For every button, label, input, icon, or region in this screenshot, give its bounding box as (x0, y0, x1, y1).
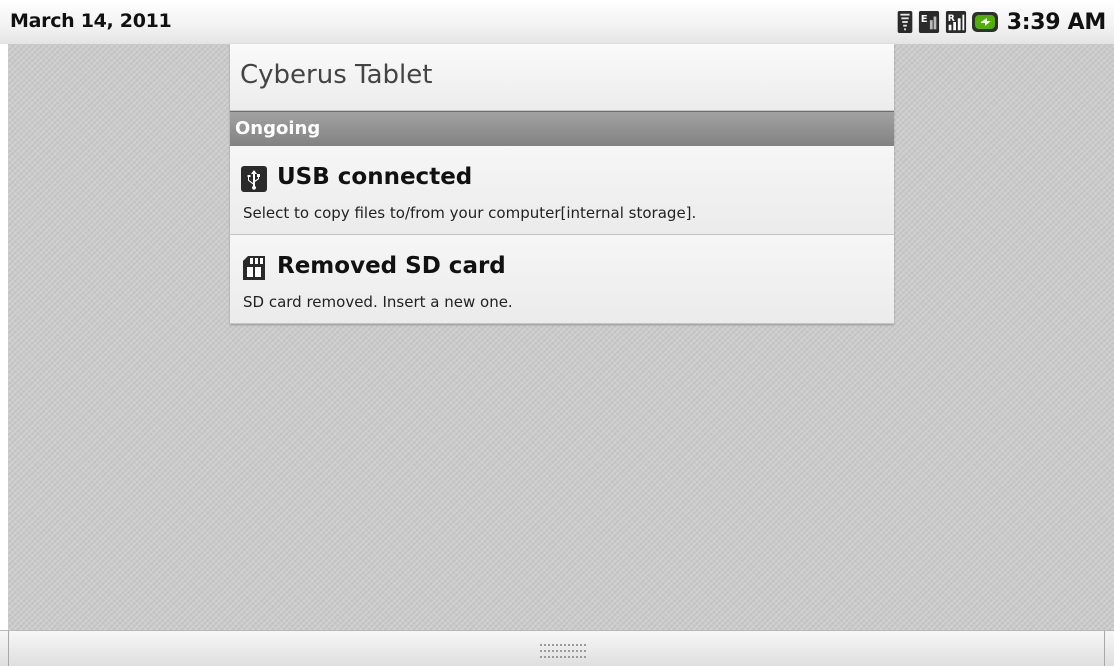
section-header-label: Ongoing (235, 118, 321, 139)
data-e-icon: E (918, 11, 939, 33)
wifi-icon (897, 11, 913, 33)
bottom-bar[interactable] (0, 630, 1114, 666)
status-date: March 14, 2011 (10, 10, 172, 32)
battery-charging-icon (971, 12, 998, 32)
notification-title: USB connected (277, 164, 473, 190)
panel-header: Cyberus Tablet (230, 44, 894, 111)
notification-panel: Cyberus Tablet Ongoing USB connected Sel… (230, 44, 894, 324)
svg-text:E: E (921, 14, 928, 25)
left-edge-strip (0, 44, 8, 630)
signal-r-icon: R (945, 11, 966, 33)
panel-title: Cyberus Tablet (240, 60, 433, 90)
notification-text: Select to copy files to/from your comput… (243, 204, 697, 222)
section-header-ongoing: Ongoing (230, 111, 894, 146)
sd-card-icon (243, 256, 265, 280)
notification-text: SD card removed. Insert a new one. (243, 293, 513, 311)
bottom-bar-divider-right (1104, 631, 1105, 666)
status-time: 3:39 AM (1006, 9, 1107, 35)
bottom-bar-divider-left (8, 631, 9, 666)
notification-removed-sd-card[interactable]: Removed SD card SD card removed. Insert … (230, 235, 894, 324)
usb-icon (241, 166, 267, 192)
status-icons: E R 3:39 AM (897, 6, 1106, 38)
notification-usb-connected[interactable]: USB connected Select to copy files to/fr… (230, 146, 894, 235)
notification-title: Removed SD card (277, 253, 506, 279)
drag-handle-icon[interactable] (540, 642, 588, 662)
status-bar[interactable]: March 14, 2011 E R 3:39 AM (0, 0, 1114, 44)
